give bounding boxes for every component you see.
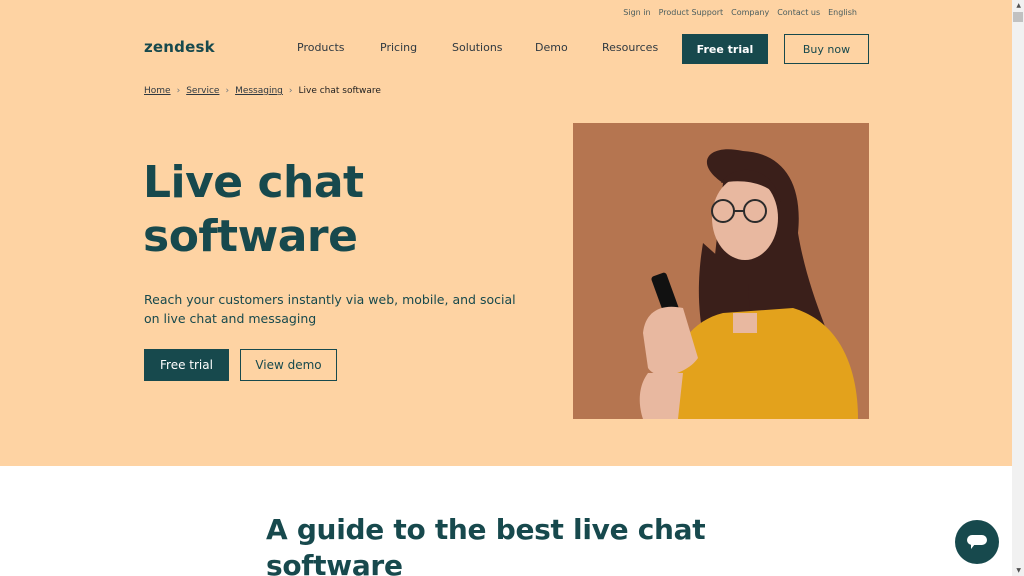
nav-resources[interactable]: Resources: [602, 41, 658, 54]
chevron-right-icon: ›: [288, 86, 293, 96]
hero-section: Sign in Product Support Company Contact …: [0, 0, 1012, 466]
guide-heading-line1: A guide to the best live chat: [266, 513, 706, 546]
nav-pricing[interactable]: Pricing: [380, 41, 417, 54]
breadcrumb-service[interactable]: Service: [186, 86, 219, 96]
page-scrollbar[interactable]: ▲ ▼: [1012, 0, 1024, 576]
hero-image: [573, 123, 869, 419]
nav-products[interactable]: Products: [297, 41, 345, 54]
scroll-up-arrow-icon[interactable]: ▲: [1016, 2, 1021, 9]
utility-nav: Sign in Product Support Company Contact …: [623, 8, 857, 17]
breadcrumb-messaging[interactable]: Messaging: [235, 86, 283, 96]
chat-bubble-icon: [967, 535, 987, 549]
sign-in-link[interactable]: Sign in: [623, 8, 650, 17]
zendesk-logo[interactable]: zendesk: [144, 38, 215, 56]
woman-with-phone-illustration: [573, 123, 869, 419]
breadcrumb: Home › Service › Messaging › Live chat s…: [144, 86, 381, 96]
page-title: Live chat software: [143, 156, 364, 264]
nav-demo[interactable]: Demo: [535, 41, 568, 54]
scroll-down-arrow-icon[interactable]: ▼: [1016, 567, 1021, 574]
nav-free-trial-button[interactable]: Free trial: [682, 34, 768, 64]
guide-heading-line2: software: [266, 549, 403, 576]
view-demo-button[interactable]: View demo: [240, 349, 337, 381]
hero-free-trial-button[interactable]: Free trial: [144, 349, 229, 381]
contact-us-link[interactable]: Contact us: [777, 8, 820, 17]
guide-heading: A guide to the best live chat software: [266, 512, 706, 576]
hero-subtitle: Reach your customers instantly via web, …: [144, 292, 516, 326]
chevron-right-icon: ›: [225, 86, 230, 96]
page-title-line1: Live chat: [143, 157, 364, 208]
breadcrumb-current: Live chat software: [298, 86, 381, 96]
nav-solutions[interactable]: Solutions: [452, 41, 503, 54]
language-selector[interactable]: English: [828, 8, 857, 17]
scrollbar-thumb[interactable]: [1013, 12, 1023, 22]
page-title-line2: software: [143, 211, 358, 262]
chevron-right-icon: ›: [176, 86, 181, 96]
product-support-link[interactable]: Product Support: [659, 8, 724, 17]
nav-buy-now-button[interactable]: Buy now: [784, 34, 869, 64]
breadcrumb-home[interactable]: Home: [144, 86, 171, 96]
company-link[interactable]: Company: [731, 8, 769, 17]
chat-widget-button[interactable]: [955, 520, 999, 564]
